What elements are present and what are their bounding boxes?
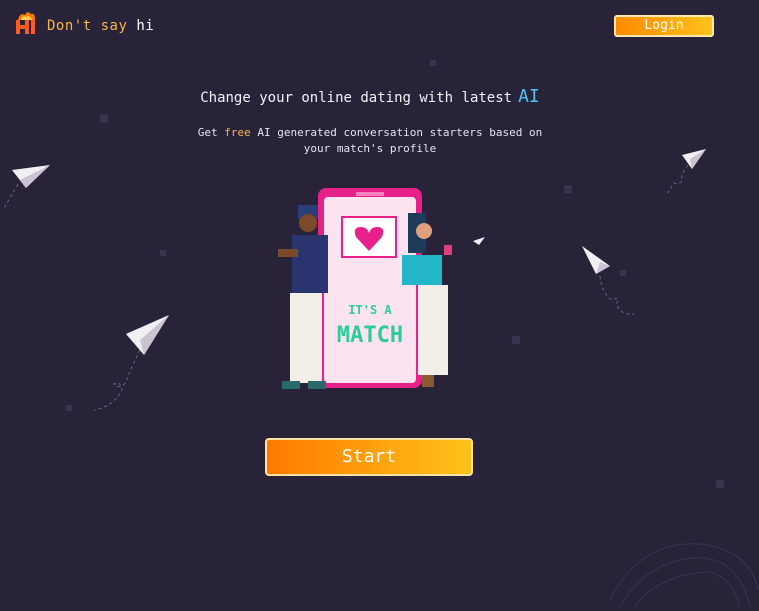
bg-dot bbox=[512, 336, 520, 344]
paper-plane-icon bbox=[660, 145, 710, 203]
paper-plane-icon bbox=[578, 240, 638, 326]
bg-dot bbox=[716, 480, 724, 488]
match-text-line1: IT'S A bbox=[348, 303, 392, 317]
bg-dot bbox=[66, 405, 72, 411]
brand-name: Don't say hi bbox=[47, 18, 154, 34]
bg-dot bbox=[160, 250, 166, 256]
paper-plane-icon bbox=[2, 160, 54, 216]
headline: Change your online dating with latest AI bbox=[0, 86, 740, 107]
paper-plane-icon bbox=[92, 310, 172, 419]
background-scribble bbox=[600, 530, 759, 611]
start-button[interactable]: Start bbox=[265, 438, 473, 476]
match-illustration: IT'S A MATCH bbox=[268, 185, 478, 400]
brand-word: hi bbox=[136, 18, 155, 34]
subtitle-post: AI generated conversation starters based… bbox=[257, 126, 543, 155]
brand-word: say bbox=[100, 18, 128, 34]
bg-dot bbox=[564, 185, 572, 193]
subtitle: Get free AI generated conversation start… bbox=[190, 125, 550, 157]
brand-word: Don't bbox=[47, 18, 92, 34]
subtitle-pre: Get bbox=[197, 126, 218, 139]
hi-flame-logo-icon[interactable] bbox=[13, 10, 39, 36]
match-text-line2: MATCH bbox=[336, 323, 404, 348]
login-button[interactable]: Login bbox=[614, 15, 714, 37]
headline-text: Change your online dating with latest bbox=[200, 90, 513, 106]
bg-dot bbox=[100, 115, 108, 123]
bg-dot bbox=[430, 60, 436, 66]
headline-highlight: AI bbox=[518, 86, 540, 107]
paper-plane-icon bbox=[472, 232, 486, 251]
subtitle-highlight: free bbox=[224, 126, 251, 139]
